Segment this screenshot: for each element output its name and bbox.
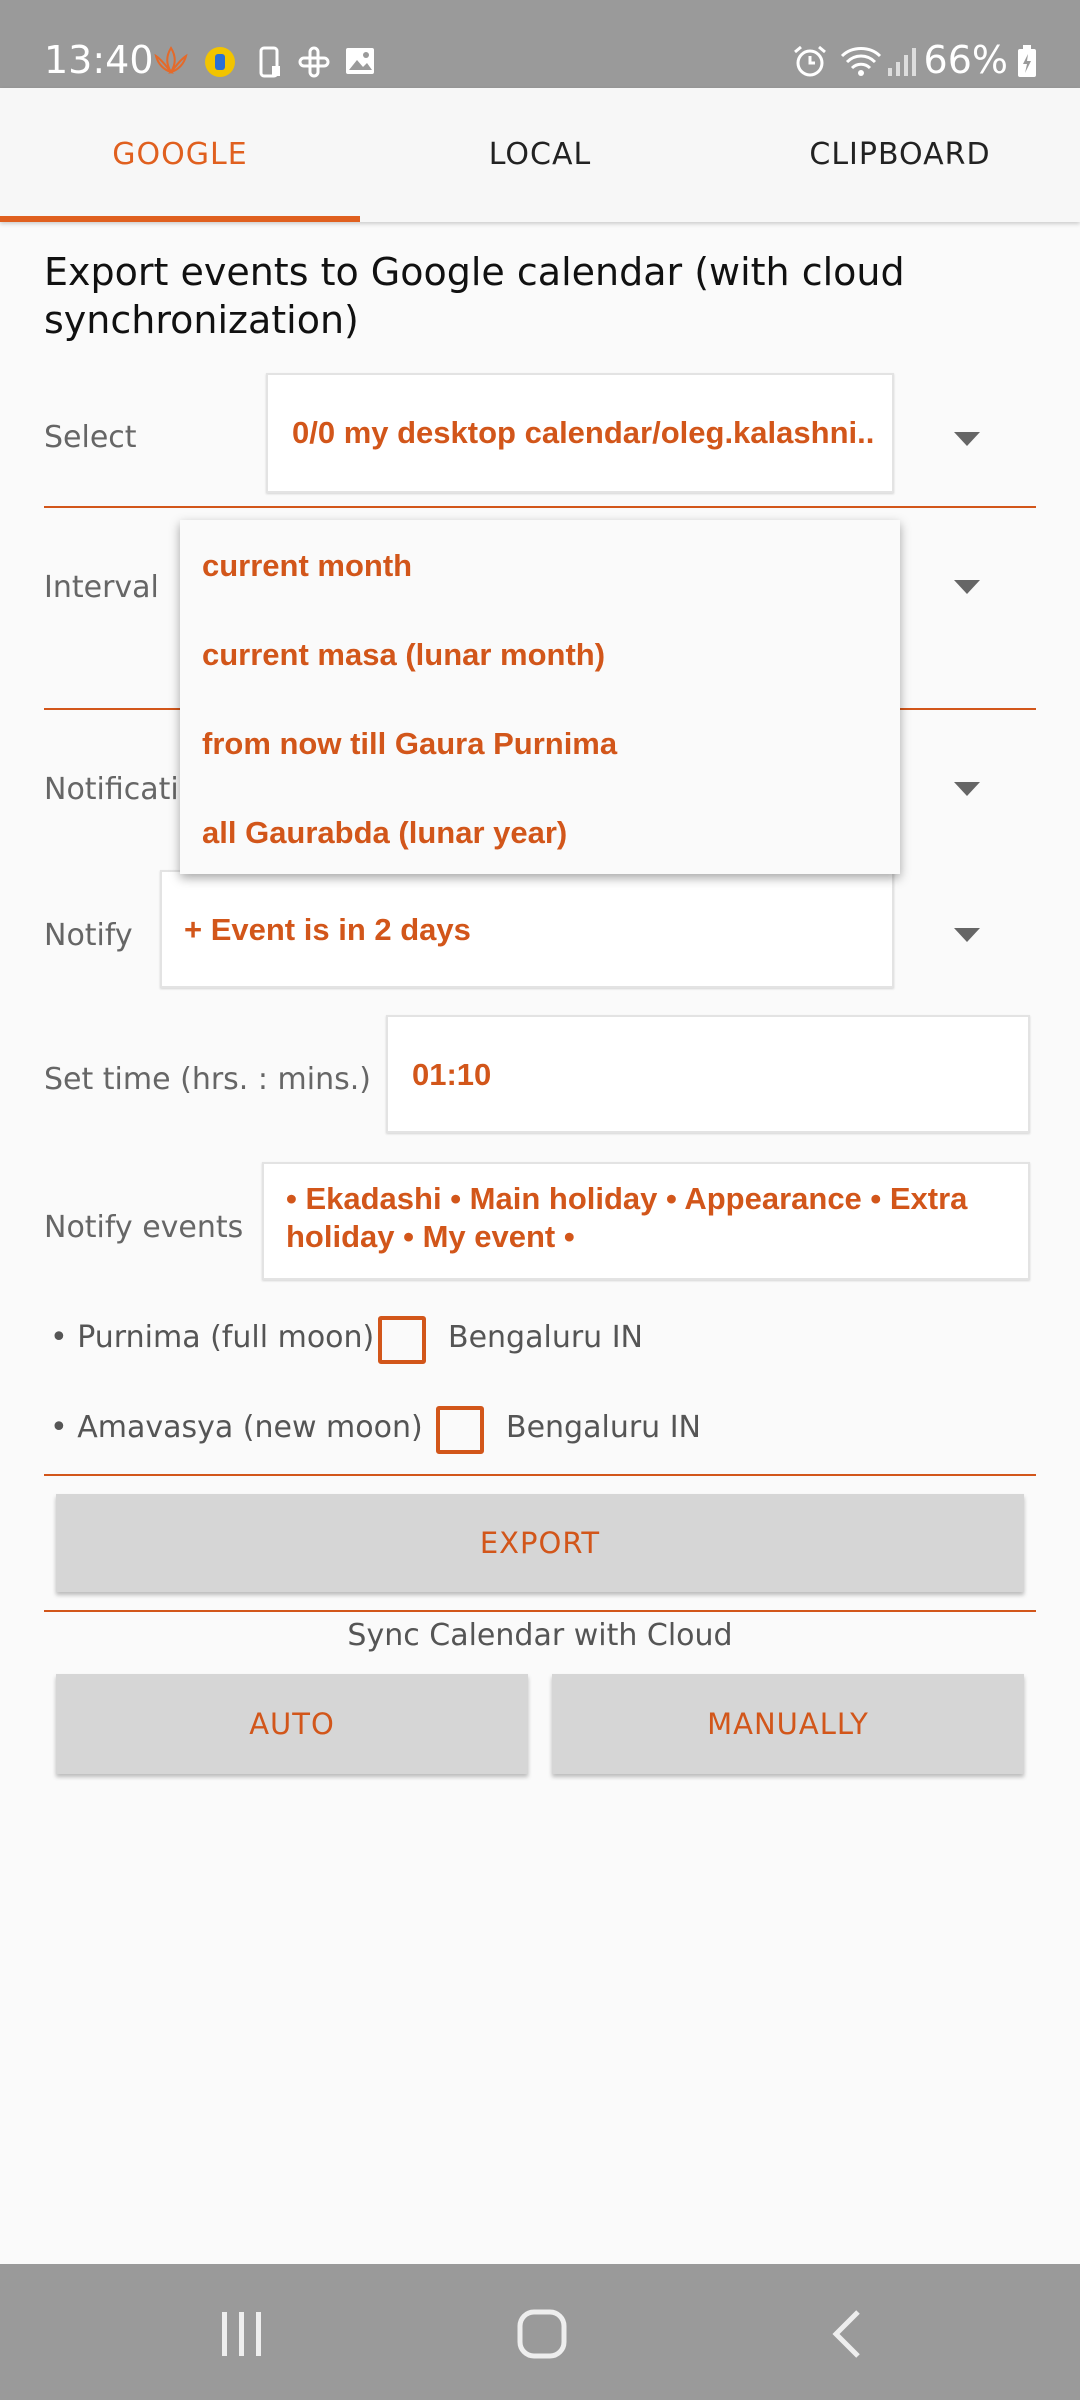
manually-button[interactable]: MANUALLY — [552, 1674, 1024, 1774]
interval-dropdown-arrow-icon[interactable] — [954, 580, 980, 594]
tab-clipboard[interactable]: CLIPBOARD — [720, 88, 1080, 222]
calendar-select-value: 0/0 my desktop calendar/oleg.kalashni.. — [292, 415, 875, 450]
auto-button[interactable]: AUTO — [56, 1674, 528, 1774]
app-badge-icon — [204, 46, 236, 87]
divider — [44, 1474, 1036, 1476]
sync-label: Sync Calendar with Cloud — [347, 1618, 733, 1653]
page-title: Export events to Google calendar (with c… — [44, 250, 905, 342]
interval-option-till-gaura-purnima[interactable]: from now till Gaura Purnima — [202, 726, 617, 762]
amavasya-city: Bengaluru IN — [506, 1410, 701, 1445]
divider — [44, 506, 1036, 508]
amavasya-checkbox[interactable] — [436, 1406, 484, 1454]
notify-events-select[interactable]: • Ekadashi • Main holiday • Appearance •… — [262, 1162, 1030, 1280]
interval-option-current-masa[interactable]: current masa (lunar month) — [202, 637, 605, 673]
tab-indicator — [0, 216, 360, 222]
alarm-icon — [792, 44, 828, 87]
notification-dropdown-arrow-icon[interactable] — [954, 782, 980, 796]
recent-apps-icon[interactable] — [218, 2310, 266, 2362]
purnima-checkbox[interactable] — [378, 1316, 426, 1364]
device-icon — [258, 46, 282, 89]
battery-icon — [1016, 44, 1038, 87]
tab-bar: GOOGLE LOCAL CLIPBOARD — [0, 88, 1080, 222]
notify-label: Notify — [44, 918, 133, 953]
back-icon[interactable] — [828, 2308, 864, 2364]
interval-option-current-month[interactable]: current month — [202, 548, 412, 584]
notify-events-value: • Ekadashi • Main holiday • Appearance •… — [286, 1181, 968, 1254]
notify-dropdown-arrow-icon[interactable] — [954, 928, 980, 942]
divider — [44, 1610, 1036, 1612]
purnima-city: Bengaluru IN — [448, 1320, 643, 1355]
purnima-label: • Purnima (full moon) — [50, 1320, 375, 1355]
export-button[interactable]: EXPORT — [56, 1494, 1024, 1592]
tab-local[interactable]: LOCAL — [360, 88, 720, 222]
tab-google[interactable]: GOOGLE — [0, 88, 360, 222]
interval-option-all-gaurabda[interactable]: all Gaurabda (lunar year) — [202, 815, 567, 851]
calendar-select[interactable]: 0/0 my desktop calendar/oleg.kalashni.. — [266, 373, 894, 493]
set-time-label: Set time (hrs. : mins.) — [44, 1062, 371, 1097]
notification-label: Notificati — [44, 772, 179, 807]
status-bar: 13:40 66% — [0, 0, 1080, 88]
home-icon[interactable] — [516, 2308, 568, 2364]
amavasya-label: • Amavasya (new moon) — [50, 1410, 423, 1445]
interval-dropdown-menu: current month current masa (lunar month)… — [180, 520, 900, 874]
notify-select-value: + Event is in 2 days — [184, 912, 471, 947]
slack-icon — [298, 46, 330, 87]
lotus-icon — [152, 46, 190, 85]
wifi-icon — [840, 44, 882, 87]
navigation-bar — [0, 2264, 1080, 2400]
status-time: 13:40 — [44, 38, 154, 82]
gallery-icon — [344, 46, 376, 85]
calendar-dropdown-arrow-icon[interactable] — [954, 432, 980, 446]
notify-select[interactable]: + Event is in 2 days — [160, 870, 894, 988]
interval-label: Interval — [44, 570, 159, 605]
time-input[interactable]: 01:10 — [386, 1015, 1030, 1133]
select-label: Select — [44, 420, 137, 455]
notify-events-label: Notify events — [44, 1210, 244, 1245]
time-input-value: 01:10 — [412, 1057, 492, 1092]
battery-percent: 66% — [923, 38, 1008, 82]
signal-icon — [886, 44, 922, 87]
